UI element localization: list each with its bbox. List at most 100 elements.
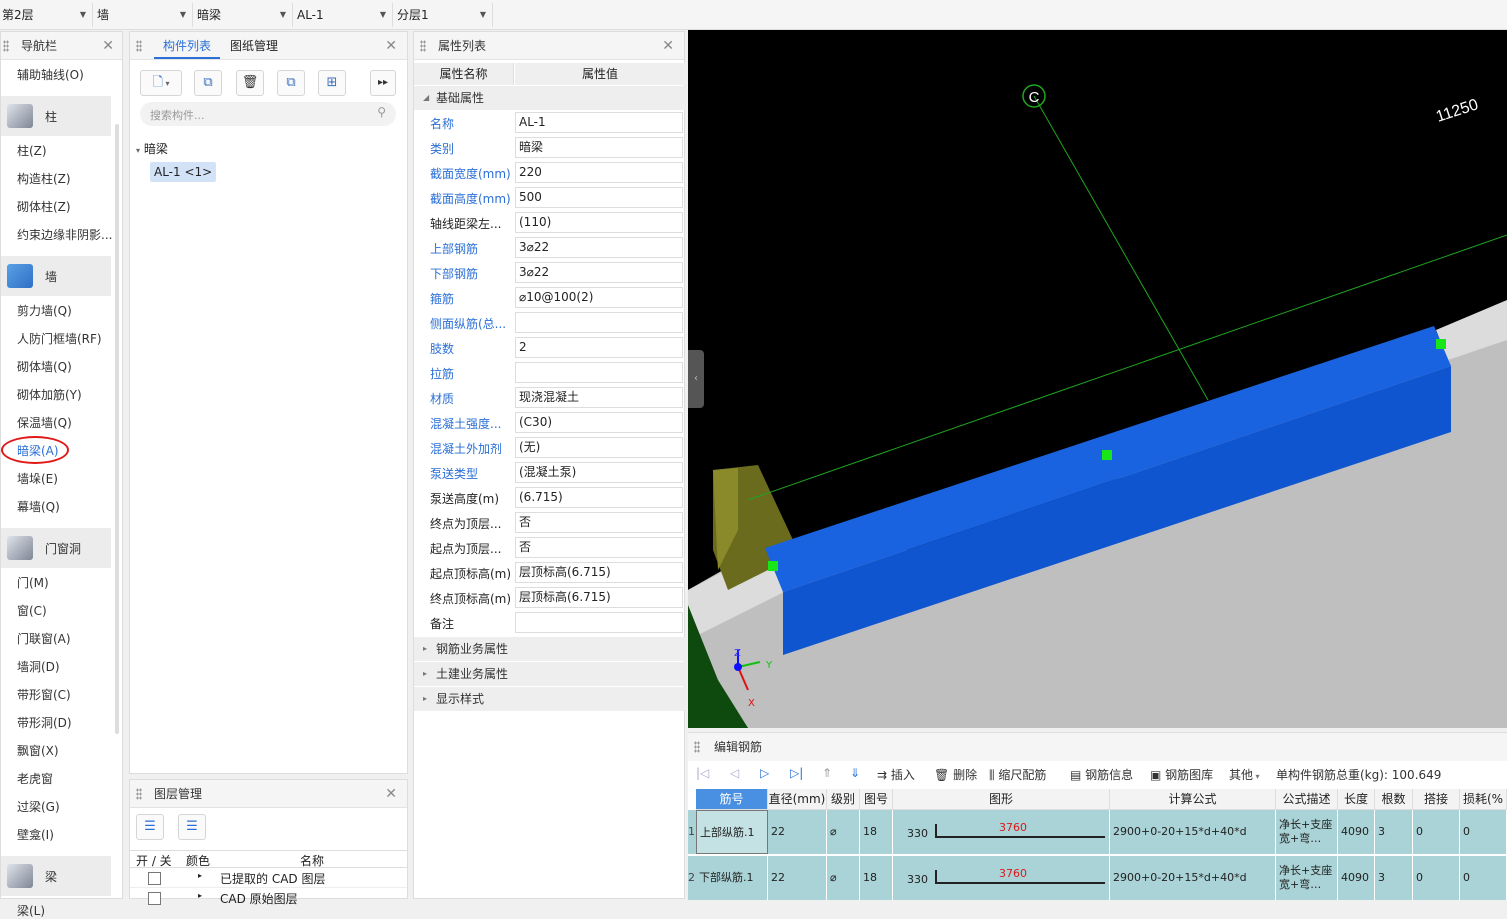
property-value-input[interactable]: ⌀10@100(2): [515, 287, 683, 308]
filter-button[interactable]: ⊞: [318, 70, 346, 96]
group-rebar-properties[interactable]: ▸ 钢筋业务属性: [414, 637, 686, 661]
scale-rebar-button[interactable]: ⫼ 缩尺配筋: [989, 766, 1046, 783]
group-display-style[interactable]: ▸ 显示样式: [414, 687, 686, 711]
nav-item[interactable]: 门(M): [17, 574, 49, 591]
rebar-cell-formula[interactable]: 2900+0-20+15*d+40*d: [1110, 856, 1276, 900]
drag-grip-icon[interactable]: [694, 741, 700, 753]
nav-item[interactable]: 门联窗(A): [17, 630, 71, 647]
nav-item[interactable]: 砌体加筋(Y): [17, 386, 82, 403]
group-basic-properties[interactable]: ◢ 基础属性: [414, 86, 686, 110]
component-select[interactable]: AL-1 ▼: [295, 3, 393, 27]
copy-button[interactable]: ⧉: [194, 70, 222, 96]
nav-item[interactable]: 梁(L): [17, 902, 45, 919]
type-select[interactable]: 墙 ▼: [95, 3, 193, 27]
rebar-cell-fig[interactable]: 18: [860, 856, 893, 900]
tab-component-list[interactable]: 构件列表: [154, 32, 221, 59]
rebar-cell-length[interactable]: 4090: [1338, 856, 1375, 900]
property-value-input[interactable]: [515, 362, 683, 383]
close-icon[interactable]: ✕: [662, 32, 674, 60]
nav-item[interactable]: 保温墙(Q): [17, 414, 72, 431]
other-dropdown[interactable]: 其他 ▾: [1229, 766, 1260, 783]
rebar-col-header[interactable]: 损耗(%: [1460, 789, 1507, 810]
tab-drawing-management[interactable]: 图纸管理: [230, 32, 278, 60]
rebar-cell-formula[interactable]: 2900+0-20+15*d+40*d: [1110, 810, 1276, 854]
rebar-cell-dia[interactable]: 22: [768, 810, 827, 854]
nav-category[interactable]: 梁: [1, 856, 111, 896]
tree-item-al1[interactable]: AL-1 <1>: [150, 162, 217, 182]
nav-item[interactable]: 约束边缘非阴影...: [17, 226, 112, 243]
property-value-input[interactable]: 3⌀22: [515, 237, 683, 258]
rebar-col-header[interactable]: 级别: [827, 789, 860, 810]
tree-root[interactable]: ▾ 暗梁: [136, 140, 168, 157]
property-value-input[interactable]: (无): [515, 437, 683, 458]
nav-category[interactable]: 墙: [1, 256, 111, 296]
drag-grip-icon[interactable]: [136, 788, 142, 800]
collapse-panel-handle[interactable]: ‹: [688, 350, 704, 408]
property-value-input[interactable]: 暗梁: [515, 137, 683, 158]
rebar-col-header[interactable]: 计算公式: [1110, 789, 1276, 810]
rebar-col-header[interactable]: 直径(mm): [768, 789, 827, 810]
move-down-icon[interactable]: ⇓: [850, 766, 860, 780]
rebar-cell-lap[interactable]: 0: [1413, 810, 1460, 854]
rebar-cell-desc[interactable]: 净长+支座宽+弯…: [1276, 856, 1338, 900]
nav-item[interactable]: 带形洞(D): [17, 714, 72, 731]
grip-point[interactable]: [1102, 450, 1112, 460]
rebar-col-header[interactable]: 图号: [860, 789, 893, 810]
new-component-button[interactable]: 🗋 ▾: [140, 70, 182, 96]
property-value-input[interactable]: [515, 312, 683, 333]
drag-grip-icon[interactable]: [3, 40, 9, 52]
next-record-icon[interactable]: ▷: [760, 766, 769, 780]
rebar-col-header[interactable]: 搭接: [1413, 789, 1460, 810]
rebar-cell-name[interactable]: 上部纵筋.1: [696, 810, 768, 854]
layer-select[interactable]: 分层1 ▼: [395, 3, 493, 27]
layer-tool-button[interactable]: ☰: [136, 814, 164, 840]
rebar-col-header[interactable]: 公式描述: [1276, 789, 1338, 810]
rebar-library-button[interactable]: ▣ 钢筋图库: [1150, 766, 1213, 783]
nav-item[interactable]: 窗(C): [17, 602, 47, 619]
nav-scrollbar[interactable]: [115, 124, 119, 734]
nav-item[interactable]: 墙垛(E): [17, 470, 58, 487]
rebar-cell-fig[interactable]: 18: [860, 810, 893, 854]
property-value-input[interactable]: AL-1: [515, 112, 683, 133]
nav-item[interactable]: 老虎窗: [17, 770, 53, 787]
rebar-shape-cell[interactable]: 330 3760: [893, 810, 1110, 854]
nav-category[interactable]: 柱: [1, 96, 111, 136]
rebar-col-header[interactable]: 根数: [1375, 789, 1413, 810]
duplicate-button[interactable]: ⧉: [277, 70, 305, 96]
first-record-icon[interactable]: |◁: [696, 766, 709, 780]
property-value-input[interactable]: 层顶标高(6.715): [515, 562, 683, 583]
rebar-cell-loss[interactable]: 0: [1460, 810, 1507, 854]
nav-item[interactable]: 辅助轴线(O): [17, 66, 84, 83]
rebar-info-button[interactable]: ▤ 钢筋信息: [1070, 766, 1133, 783]
rebar-cell-name[interactable]: 下部纵筋.1: [696, 856, 768, 900]
property-value-input[interactable]: (混凝土泵): [515, 462, 683, 483]
property-value-input[interactable]: (C30): [515, 412, 683, 433]
move-up-icon[interactable]: ⇑: [822, 766, 832, 780]
close-icon[interactable]: ✕: [385, 780, 397, 808]
rebar-cell-desc[interactable]: 净长+支座宽+弯…: [1276, 810, 1338, 854]
drag-grip-icon[interactable]: [420, 40, 426, 52]
search-input[interactable]: 搜索构件... ⚲: [140, 102, 396, 126]
nav-item[interactable]: 砌体墙(Q): [17, 358, 72, 375]
nav-item[interactable]: 构造柱(Z): [17, 170, 71, 187]
delete-rebar-button[interactable]: 🗑 删除: [934, 766, 977, 783]
property-value-input[interactable]: (110): [515, 212, 683, 233]
drag-grip-icon[interactable]: [136, 40, 142, 52]
search-icon[interactable]: ⚲: [377, 105, 386, 119]
nav-category[interactable]: 门窗洞: [1, 528, 111, 568]
rebar-cell-grade[interactable]: ⌀: [827, 856, 860, 900]
more-button[interactable]: ▸▸: [370, 70, 396, 96]
prev-record-icon[interactable]: ◁: [730, 766, 739, 780]
last-record-icon[interactable]: ▷|: [790, 766, 803, 780]
nav-item[interactable]: 人防门框墙(RF): [17, 330, 102, 347]
group-civil-properties[interactable]: ▸ 土建业务属性: [414, 662, 686, 686]
property-value-input[interactable]: 否: [515, 537, 683, 558]
rebar-cell-length[interactable]: 4090: [1338, 810, 1375, 854]
nav-item[interactable]: 墙洞(D): [17, 658, 60, 675]
rebar-cell-lap[interactable]: 0: [1413, 856, 1460, 900]
property-value-input[interactable]: 500: [515, 187, 683, 208]
property-value-input[interactable]: (6.715): [515, 487, 683, 508]
nav-item[interactable]: 砌体柱(Z): [17, 198, 71, 215]
rebar-shape-cell[interactable]: 330 3760: [893, 856, 1110, 900]
nav-item[interactable]: 带形窗(C): [17, 686, 71, 703]
